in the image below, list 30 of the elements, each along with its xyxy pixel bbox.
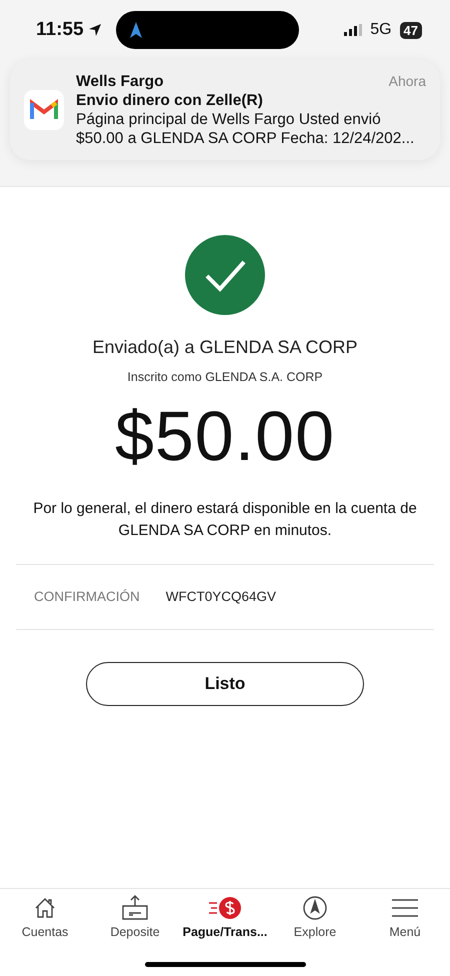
location-arrow-icon xyxy=(88,23,102,37)
clock-time: 11:55 xyxy=(36,19,84,41)
dollar-icon xyxy=(208,896,242,920)
mail-app-icon xyxy=(24,90,64,130)
enrolled-name: Inscrito como GLENDA S.A. CORP xyxy=(127,370,323,384)
navigation-arrow-icon xyxy=(130,22,142,38)
notification-card[interactable]: Wells Fargo Ahora Envio dinero con Zelle(R) Página principal de Wells Fargo Usted envió $50.00 a GLENDA SA CORP Fecha: 12/24/202... xyxy=(10,60,440,160)
tab[interactable]: Explore xyxy=(270,895,360,939)
battery-level: 47 xyxy=(400,22,422,38)
recipient-text: Enviado(a) a GLENDA SA CORP xyxy=(92,337,358,358)
network-label: 5G xyxy=(370,21,392,39)
availability-note: Por lo general, el dinero estará disponible en la cuenta de GLENDA SA CORP en minutos. xyxy=(32,499,418,541)
check-icon xyxy=(185,235,265,315)
confirmation-label: CONFIRMACIÓN xyxy=(34,589,140,604)
tab[interactable]: Pague/Trans... xyxy=(180,895,270,939)
notification-time: Ahora xyxy=(388,72,426,91)
signal-icon xyxy=(344,24,362,36)
compass-icon xyxy=(302,895,328,921)
notification-body: Página principal de Wells Fargo Usted envió $50.00 a GLENDA SA CORP Fecha: 12/24/202... xyxy=(76,110,416,148)
confirmation-number: WFCT0YCQ64GV xyxy=(166,589,276,604)
tab[interactable]: Deposite xyxy=(90,895,180,939)
menu-icon xyxy=(391,897,419,919)
notification-sender: Wells Fargo xyxy=(76,72,164,91)
notification-title: Envio dinero con Zelle(R) xyxy=(76,91,264,110)
home-icon xyxy=(33,896,57,920)
done-button[interactable]: Listo xyxy=(86,662,364,706)
amount: $50.00 xyxy=(114,396,336,476)
deposit-icon xyxy=(121,895,149,921)
tab[interactable]: Menú xyxy=(360,895,450,939)
tab[interactable]: Cuentas xyxy=(0,895,90,939)
